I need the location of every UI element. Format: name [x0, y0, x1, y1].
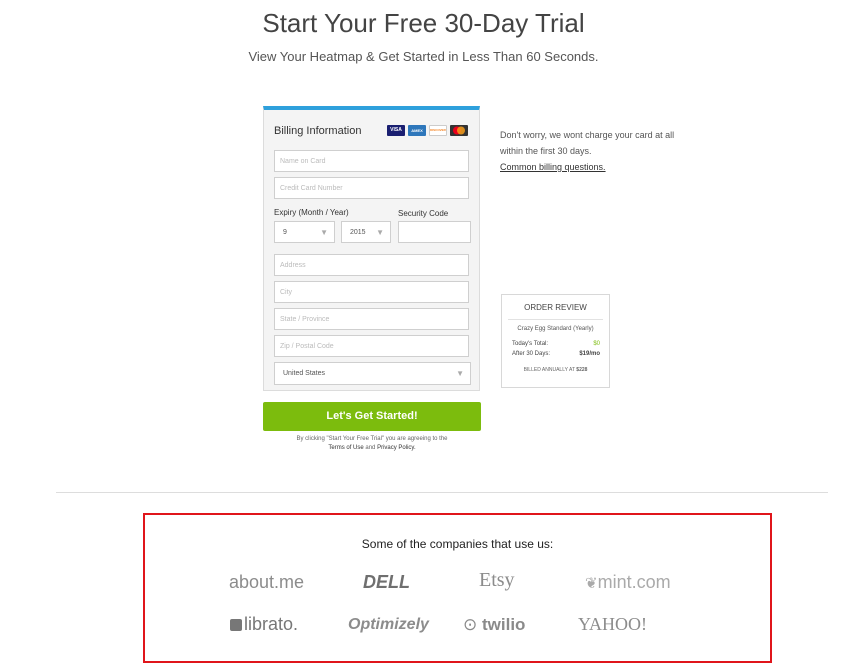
plan-name: Crazy Egg Standard (Yearly)	[517, 326, 594, 332]
after-30-days-label: After 30 Days:	[512, 351, 551, 357]
amex-icon: AMEX	[408, 125, 426, 136]
billed-prefix: BILLED ANNUALLY AT	[523, 367, 575, 373]
twilio-mark-icon: ⊙	[463, 615, 478, 634]
page-subtitle: View Your Heatmap & Get Started in Less …	[248, 49, 599, 64]
customer-logos-section: Some of the companies that use us: about…	[143, 513, 772, 663]
after-30-days-value: $19/mo	[579, 351, 600, 357]
reassurance-text: Don't worry, we wont charge your card at…	[500, 130, 675, 156]
terms-of-use-link[interactable]: Terms of Use	[328, 445, 363, 451]
city-input[interactable]: City	[274, 281, 469, 303]
terms-prefix: By clicking "Start Your Free Trial" you …	[296, 436, 448, 442]
chevron-down-icon: ▼	[320, 228, 328, 237]
discover-icon: DISCOVER	[429, 125, 447, 136]
expiry-label: Expiry (Month / Year)	[274, 208, 349, 217]
address-input[interactable]: Address	[274, 254, 469, 276]
state-input[interactable]: State / Province	[274, 308, 469, 330]
country-select[interactable]: United States ▼	[274, 362, 471, 385]
twilio-logo-text: twilio	[481, 615, 526, 634]
security-code-input[interactable]	[398, 221, 471, 243]
page-title: Start Your Free 30-Day Trial	[262, 8, 585, 38]
order-review: ORDER REVIEW Crazy Egg Standard (Yearly)…	[501, 294, 610, 388]
security-code-label: Security Code	[398, 209, 449, 218]
visa-icon: VISA	[387, 125, 405, 136]
billing-reassurance: Don't worry, we wont charge your card at…	[500, 127, 680, 175]
expiry-year-select[interactable]: 2015 ▼	[341, 221, 391, 243]
yahoo-logo: YAHOO!	[578, 614, 647, 634]
chevron-down-icon: ▼	[376, 228, 384, 237]
country-value: United States	[283, 370, 326, 377]
billing-title: Billing Information	[274, 125, 362, 137]
terms-and: and	[365, 445, 376, 451]
divider	[508, 319, 603, 320]
chevron-down-icon: ▼	[456, 369, 464, 378]
privacy-policy-link[interactable]: Privacy Policy.	[377, 445, 416, 451]
zip-input[interactable]: Zip / Postal Code	[274, 335, 469, 357]
leaf-icon: ❦	[585, 575, 598, 592]
librato-logo-text: librato.	[244, 614, 299, 634]
mint-logo-text: mint.com	[597, 572, 671, 592]
expiry-month-value: 9	[283, 229, 287, 236]
expiry-year-value: 2015	[350, 229, 366, 236]
billed-annually-note: BILLED ANNUALLY AT $228	[502, 367, 609, 373]
after-30-days-row: After 30 Days: $19/mo	[512, 351, 600, 357]
today-total-value: $0	[593, 341, 600, 347]
etsy-logo: Etsy	[479, 569, 515, 591]
dell-logo: DELL	[363, 572, 410, 592]
optimizely-logo: Optimizely	[348, 616, 429, 633]
mastercard-icon	[450, 125, 468, 136]
billing-questions-link[interactable]: Common billing questions.	[500, 162, 606, 172]
order-review-title: ORDER REVIEW	[524, 303, 587, 312]
twilio-logo: ⊙ twilio	[463, 615, 525, 635]
section-divider	[56, 492, 828, 493]
today-total-row: Today's Total: $0	[512, 341, 600, 347]
card-logos: VISA AMEX DISCOVER	[387, 125, 471, 143]
customers-heading: Some of the companies that use us:	[361, 537, 554, 551]
about-me-logo: about.me	[229, 572, 305, 592]
today-total-label: Today's Total:	[512, 341, 549, 347]
terms-notice: By clicking "Start Your Free Trial" you …	[263, 435, 481, 453]
librato-logo: librato.	[230, 614, 298, 635]
librato-mark-icon	[230, 619, 242, 631]
card-number-input[interactable]: Credit Card Number	[274, 177, 469, 199]
billed-amount: $228	[576, 367, 588, 373]
name-on-card-input[interactable]: Name on Card	[274, 150, 469, 172]
mint-logo: ❦mint.com	[585, 572, 671, 593]
billing-form: Billing Information VISA AMEX DISCOVER Nam…	[263, 106, 480, 391]
get-started-button[interactable]: Let's Get Started!	[263, 402, 481, 431]
expiry-month-select[interactable]: 9 ▼	[274, 221, 335, 243]
